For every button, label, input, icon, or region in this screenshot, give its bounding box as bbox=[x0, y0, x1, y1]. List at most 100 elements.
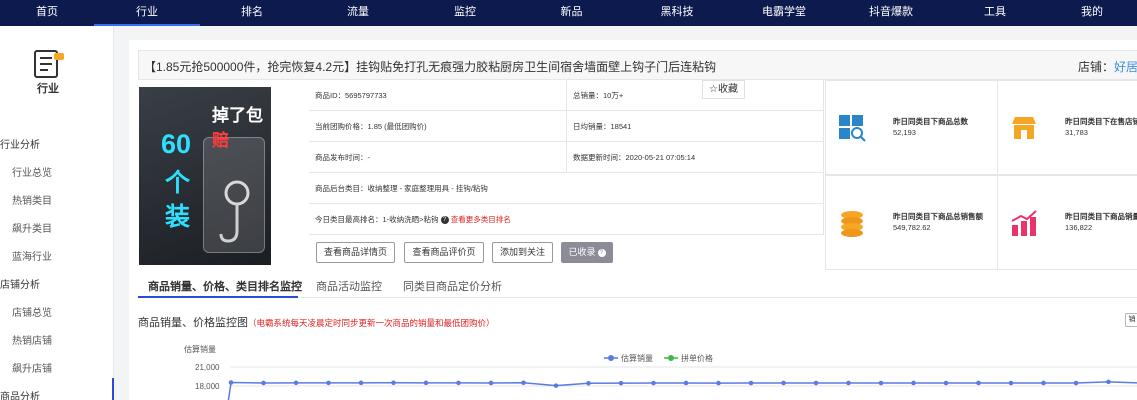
data-point bbox=[326, 380, 331, 386]
nav-item-0[interactable]: 首页 bbox=[0, 0, 94, 26]
store-info: 店铺：好居家 bbox=[1078, 58, 1137, 75]
stat-store-count: 昨日同类目下在售店铺 31,783 bbox=[997, 80, 1137, 175]
main-panel: 【1.85元抢500000件，抢完恢复4.2元】挂钩贴免打孔无痕强力胶粘厨房卫生… bbox=[129, 40, 1137, 400]
chart-title: 商品销量、价格监控图（电霸系统每天凌晨定时同步更新一次商品的销量和最低团购价） bbox=[138, 317, 495, 329]
top-nav: 首页 行业 排名 流量 监控 新品 黑科技 电霸学堂 抖音爆款 工具 我的 bbox=[0, 0, 1137, 26]
sidebar-group-product[interactable]: 商品分析 bbox=[0, 388, 40, 400]
sidebar-item-rising-stores[interactable]: 飙升店铺 bbox=[12, 360, 52, 375]
sidebar-item-industry-overview[interactable]: 行业总览 bbox=[12, 164, 52, 179]
stat-sales-volume: 昨日同类目下商品销量 136,822 bbox=[997, 175, 1137, 270]
nav-item-2[interactable]: 排名 bbox=[200, 0, 304, 26]
legend-label: 估算销量 bbox=[621, 353, 653, 363]
sidebar-item-hot-stores[interactable]: 热销店铺 bbox=[12, 332, 52, 347]
product-image[interactable]: 掉了包赔 60 个 装 bbox=[139, 87, 271, 265]
help-icon: ? bbox=[597, 248, 606, 257]
grid-search-icon bbox=[839, 115, 866, 142]
data-point bbox=[586, 380, 591, 386]
data-point bbox=[943, 380, 949, 386]
data-point bbox=[261, 380, 266, 386]
y-tick-label: 18,000 bbox=[195, 382, 220, 391]
more-rank-link[interactable]: 查看更多类目排名 bbox=[451, 215, 511, 224]
collected-button[interactable]: 已收录? bbox=[561, 242, 613, 263]
help-icon[interactable]: ? bbox=[440, 216, 449, 225]
data-point bbox=[391, 380, 396, 386]
sidebar-item-hot-categories[interactable]: 热销类目 bbox=[12, 192, 52, 207]
publish-time: 商品发布时间：- bbox=[309, 142, 567, 173]
store-label: 店铺： bbox=[1078, 60, 1115, 74]
sidebar-group-store[interactable]: 店铺分析 bbox=[0, 276, 40, 291]
chart-toggle-button[interactable]: 销 bbox=[1125, 313, 1137, 327]
data-point bbox=[553, 383, 559, 388]
product-title-bar: 【1.85元抢500000件，抢完恢复4.2元】挂钩贴免打孔无痕强力胶粘厨房卫生… bbox=[138, 50, 1137, 80]
stat-sales-amount: 昨日同类目下商品总销售额 549,782.62 bbox=[825, 175, 1000, 270]
data-point bbox=[651, 380, 656, 386]
nav-item-4[interactable]: 监控 bbox=[412, 0, 518, 26]
sidebar-item-blue-ocean[interactable]: 蓝海行业 bbox=[12, 248, 52, 263]
nav-item-8[interactable]: 抖音爆款 bbox=[839, 0, 943, 26]
sidebar-active-indicator bbox=[112, 378, 114, 400]
store-name-link[interactable]: 好居家 bbox=[1114, 60, 1137, 74]
chart-note: （电霸系统每天凌晨定时同步更新一次商品的销量和最低团购价） bbox=[248, 318, 495, 328]
scroll-document-icon bbox=[34, 50, 64, 78]
product-category: 商品后台类目：收纳整理 - 家庭整理用具 - 挂钩/粘钩 bbox=[309, 173, 824, 204]
add-follow-button[interactable]: 添加到关注 bbox=[492, 242, 553, 263]
legend-marker bbox=[668, 355, 674, 361]
image-pack: 装 bbox=[165, 203, 191, 231]
data-point bbox=[1106, 379, 1111, 385]
data-point bbox=[293, 380, 299, 386]
hook-icon bbox=[219, 180, 250, 243]
image-caption: 掉了包赔 bbox=[212, 106, 263, 150]
legend-label: 拼单价格 bbox=[681, 353, 713, 363]
monitor-tabs: 商品销量、价格、类目排名监控 商品活动监控 同类目商品定价分析 bbox=[138, 272, 1137, 298]
update-time: 数据更新时间：2020-05-21 07:05:14 bbox=[567, 142, 824, 173]
total-sales: 总销量：10万+ bbox=[567, 80, 824, 111]
tab-activity[interactable]: 商品活动监控 bbox=[316, 278, 382, 294]
sidebar-title: 行业 bbox=[37, 83, 59, 95]
data-point bbox=[748, 380, 754, 386]
data-point bbox=[716, 380, 721, 386]
data-point bbox=[781, 380, 786, 386]
daily-sales: 日均销量：18541 bbox=[567, 111, 824, 142]
sidebar-item-rising-categories[interactable]: 飙升类目 bbox=[12, 220, 52, 235]
data-point bbox=[813, 380, 819, 386]
stat-product-count: 昨日同类目下商品总数 52,193 bbox=[825, 80, 1000, 175]
data-point bbox=[878, 380, 884, 386]
nav-item-5[interactable]: 新品 bbox=[518, 0, 625, 26]
sales-price-chart: 估算销量21,00018,000估算销量 拼单价格 bbox=[184, 344, 1137, 400]
series-line bbox=[227, 381, 1137, 400]
image-unit: 个 bbox=[165, 169, 191, 197]
sidebar-item-store-overview[interactable]: 店铺总览 bbox=[12, 304, 52, 319]
view-detail-button[interactable]: 查看商品详情页 bbox=[316, 242, 395, 263]
tab-sales-price-rank[interactable]: 商品销量、价格、类目排名监控 bbox=[148, 278, 302, 294]
legend-marker bbox=[608, 355, 614, 361]
view-reviews-button[interactable]: 查看商品评价页 bbox=[404, 242, 484, 263]
nav-item-3[interactable]: 流量 bbox=[304, 0, 412, 26]
bar-chart-icon bbox=[1011, 210, 1037, 236]
active-tab-indicator bbox=[138, 296, 298, 298]
favorite-button[interactable]: ☆收藏 bbox=[702, 80, 745, 99]
data-point bbox=[228, 380, 234, 385]
data-point bbox=[358, 380, 364, 386]
nav-item-10[interactable]: 我的 bbox=[1047, 0, 1137, 26]
image-count: 60 bbox=[161, 129, 192, 159]
nav-item-1[interactable]: 行业 bbox=[94, 0, 200, 26]
data-point bbox=[976, 380, 981, 386]
data-point bbox=[521, 380, 526, 386]
data-point bbox=[488, 380, 494, 386]
tab-pricing-analysis[interactable]: 同类目商品定价分析 bbox=[403, 278, 502, 294]
nav-item-9[interactable]: 工具 bbox=[943, 0, 1047, 26]
category-rank: 今日类目最高排名：1-收纳洗晒>粘钩 ? 查看更多类目排名 bbox=[309, 204, 824, 235]
store-icon bbox=[1012, 117, 1036, 139]
y-tick-label: 21,000 bbox=[195, 363, 220, 372]
data-point bbox=[456, 380, 461, 386]
data-point bbox=[683, 380, 689, 386]
sidebar: 行业 行业分析 行业总览 热销类目 飙升类目 蓝海行业 店铺分析 店铺总览 热销… bbox=[0, 26, 114, 400]
y-axis-label: 估算销量 bbox=[184, 344, 216, 354]
sidebar-group-industry[interactable]: 行业分析 bbox=[0, 136, 40, 151]
nav-item-6[interactable]: 黑科技 bbox=[625, 0, 729, 26]
coins-icon bbox=[841, 211, 863, 237]
data-point bbox=[423, 380, 429, 386]
data-point bbox=[618, 380, 624, 386]
nav-item-7[interactable]: 电霸学堂 bbox=[729, 0, 839, 26]
data-point bbox=[1008, 380, 1014, 386]
